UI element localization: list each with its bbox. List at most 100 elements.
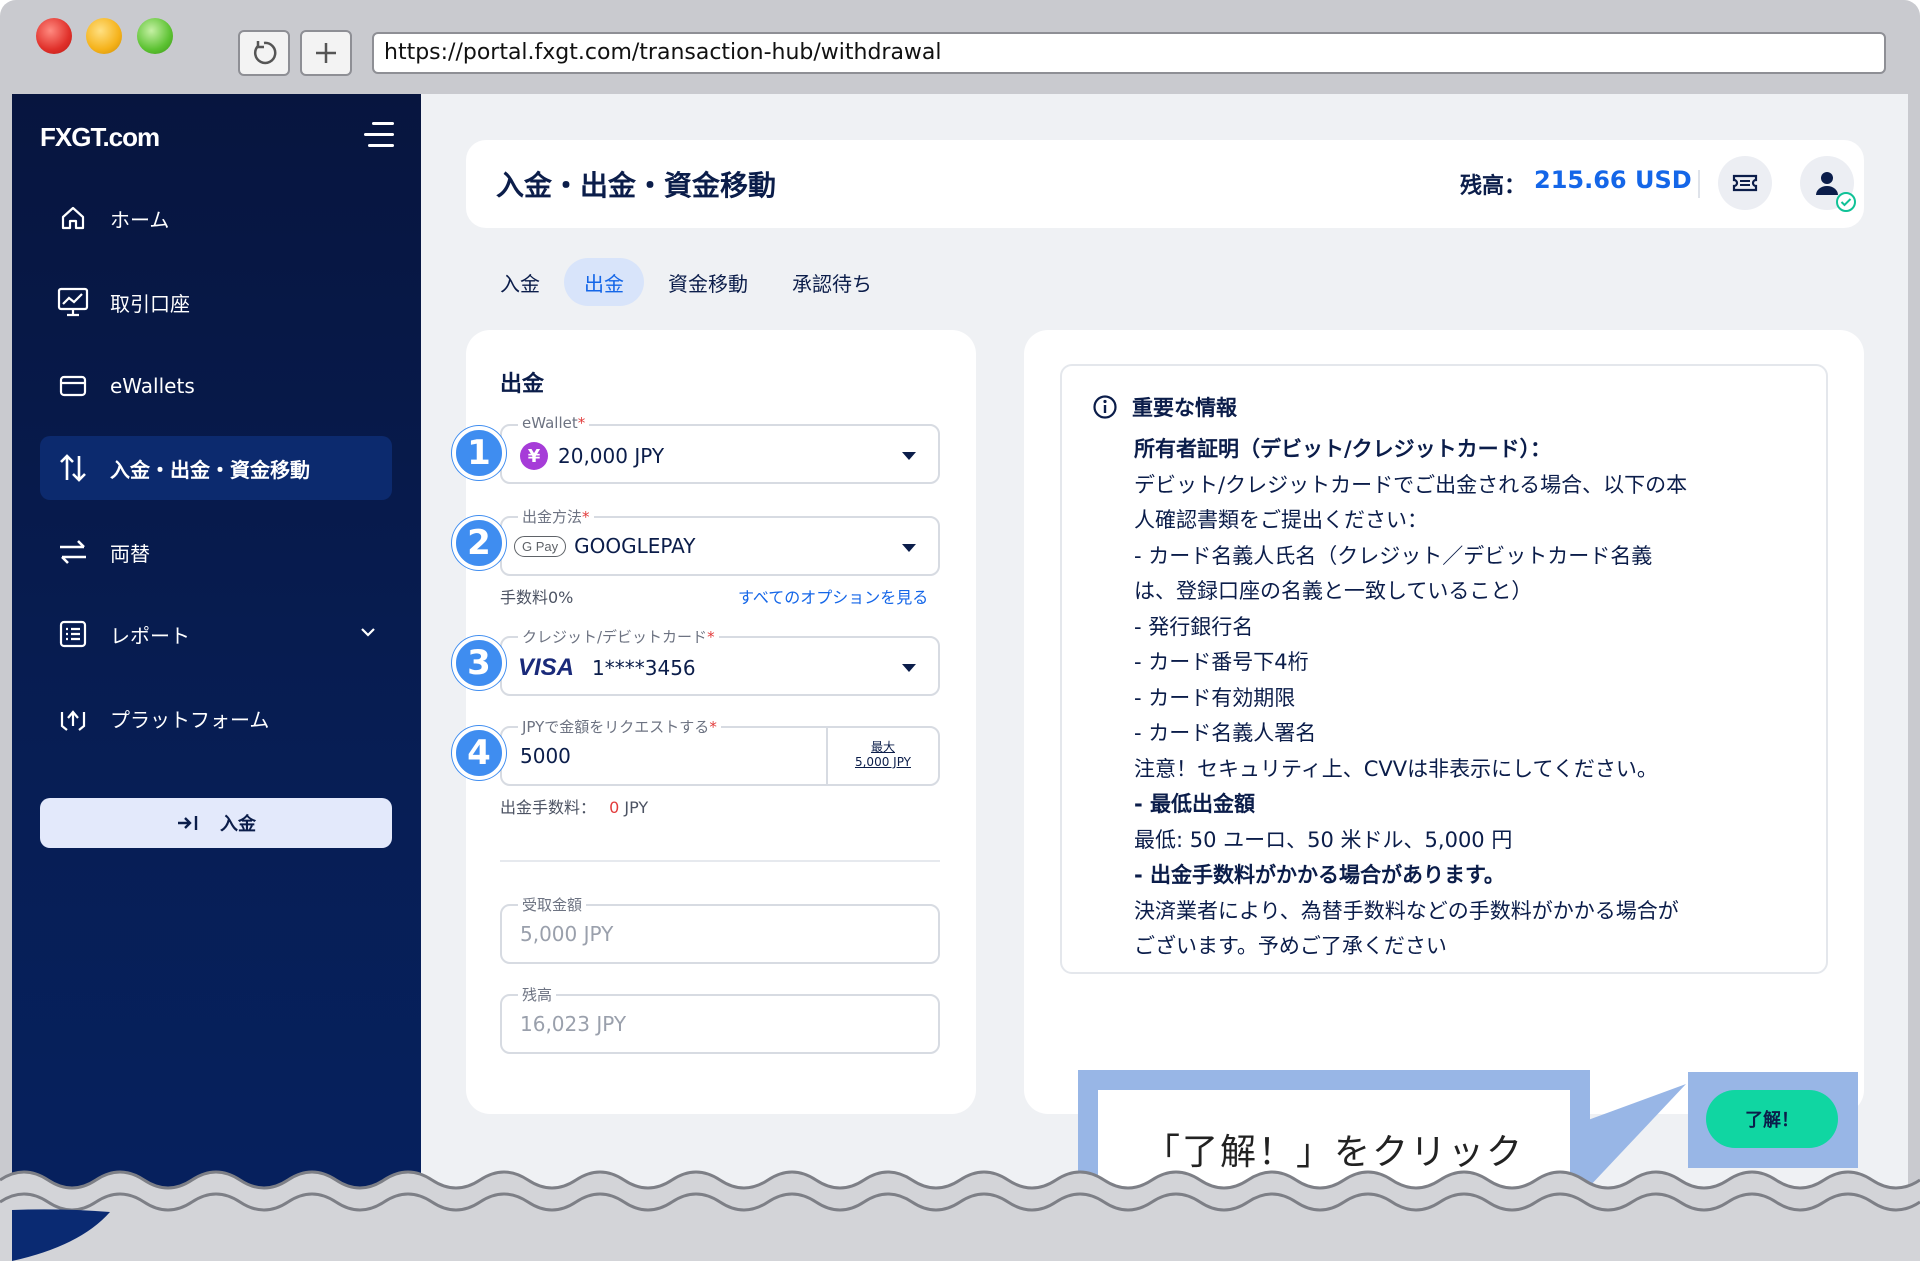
all-options-link[interactable]: すべてのオプションを見る xyxy=(738,584,928,608)
browser-window: https://portal.fxgt.com/transaction-hub/… xyxy=(0,0,1920,1261)
important-info-card: 重要な情報 所有者証明（デビット/クレジットカード）： デビット/クレジットカー… xyxy=(1024,330,1864,1114)
amount-value: 5000 xyxy=(520,744,571,768)
info-line: ございます。予めご了承ください xyxy=(1134,934,1447,958)
dropdown-caret-icon xyxy=(902,544,916,552)
minimize-window-button[interactable] xyxy=(86,18,122,54)
withdrawal-form-card: 出金 eWallet* ¥ 20,000 JPY 出金方法* G Pay GOO… xyxy=(452,330,976,1114)
dropdown-caret-icon xyxy=(902,664,916,672)
sidebar-item-label: 入金・出金・資金移動 xyxy=(110,457,310,482)
sidebar-item-transactions[interactable]: 入金・出金・資金移動 xyxy=(40,436,392,500)
info-line: - 出金手数料がかかる場合があります。 xyxy=(1134,863,1505,887)
sidebar-item-exchange[interactable]: 両替 xyxy=(40,520,392,584)
sidebar-item-ewallets[interactable]: eWallets xyxy=(40,354,392,418)
sidebar-item-label: eWallets xyxy=(110,374,195,398)
tab-deposit[interactable]: 入金 xyxy=(480,258,560,306)
info-line: デビット/クレジットカードでご出金される場合、以下の本 xyxy=(1134,472,1688,497)
user-profile-button[interactable] xyxy=(1800,156,1856,212)
tab-withdrawal[interactable]: 出金 xyxy=(564,258,644,306)
transaction-tabs: 入金 出金 資金移動 承認待ち xyxy=(480,258,896,306)
important-info-box: 重要な情報 所有者証明（デビット/クレジットカード）： デビット/クレジットカー… xyxy=(1060,364,1828,974)
sidebar-item-label: 両替 xyxy=(110,541,150,566)
info-heading: 重要な情報 xyxy=(1132,396,1237,420)
sidebar-item-accounts[interactable]: 取引口座 xyxy=(40,270,392,334)
sidebar-item-label: プラットフォーム xyxy=(110,707,270,732)
amount-input[interactable]: JPYで金額をリクエストする* 5000 最大 5,000 JPY xyxy=(500,716,940,786)
wallet-icon xyxy=(56,369,90,403)
address-bar[interactable]: https://portal.fxgt.com/transaction-hub/… xyxy=(372,32,1886,74)
form-divider xyxy=(500,860,940,862)
yen-coin-icon: ¥ xyxy=(520,442,548,470)
new-tab-button[interactable] xyxy=(300,30,352,76)
max-amount-button[interactable]: 最大 5,000 JPY xyxy=(826,728,938,784)
sidebar-item-label: ホーム xyxy=(110,207,170,232)
receive-label: 受取金額 xyxy=(518,894,587,915)
balance-label: 残高： xyxy=(1460,174,1527,199)
visa-logo-icon: VISA xyxy=(518,654,575,681)
torn-edge-divider xyxy=(0,1170,1920,1261)
sidebar-item-reports[interactable]: レポート xyxy=(40,602,392,666)
ok-button[interactable]: 了解！ xyxy=(1706,1090,1838,1148)
info-line: - カード名義人署名 xyxy=(1134,721,1317,745)
exchange-icon xyxy=(56,535,90,569)
balance-value: 215.66 USD xyxy=(1534,166,1692,194)
info-line: 最低: 50 ユーロ、50 米ドル、5,000 円 xyxy=(1134,827,1513,852)
step-badge-1: 1 xyxy=(452,426,506,480)
amount-label: JPYで金額をリクエストする xyxy=(522,718,710,736)
withdraw-fee-row: 出金手数料： 0 JPY xyxy=(500,794,648,818)
dropdown-caret-icon xyxy=(902,452,916,460)
fxgt-logo[interactable]: FXGT.com xyxy=(40,122,160,153)
ticket-button[interactable] xyxy=(1718,156,1772,210)
sidebar-item-platforms[interactable]: プラットフォーム xyxy=(40,686,392,750)
tab-pending[interactable]: 承認待ち xyxy=(772,258,892,306)
chevron-down-icon xyxy=(361,628,375,637)
info-line: 決済業者により、為替手数料などの手数料がかかる場合が xyxy=(1134,898,1679,923)
remaining-value: 16,023 JPY xyxy=(520,1012,627,1036)
ticket-icon xyxy=(1732,174,1758,192)
withdraw-fee-value: 0 xyxy=(609,798,620,817)
info-line: は、登録口座の名義と一致していること） xyxy=(1134,579,1533,603)
ewallet-value: 20,000 JPY xyxy=(558,444,665,468)
withdrawal-method-select[interactable]: 出金方法* G Pay GOOGLEPAY xyxy=(500,506,940,576)
verified-check-icon xyxy=(1836,192,1856,212)
sidebar-deposit-button[interactable]: 入金 xyxy=(40,798,392,848)
report-icon xyxy=(56,617,90,651)
platform-icon xyxy=(56,701,90,735)
reload-button[interactable] xyxy=(238,30,290,76)
transfer-arrows-icon xyxy=(56,451,90,485)
max-label: 最大 xyxy=(870,740,895,754)
ewallet-label: eWallet xyxy=(522,414,578,432)
maximize-window-button[interactable] xyxy=(137,18,173,54)
step-badge-3: 3 xyxy=(452,636,506,690)
login-arrow-icon xyxy=(178,816,198,830)
google-pay-icon: G Pay xyxy=(514,535,567,557)
sidebar: FXGT.com ホーム 取引口座 eWallets 入金・出金・資金移動 両替… xyxy=(12,94,421,1261)
reload-icon xyxy=(253,41,277,65)
sidebar-item-home[interactable]: ホーム xyxy=(40,186,392,250)
ewallet-select[interactable]: eWallet* ¥ 20,000 JPY xyxy=(500,414,940,484)
info-icon xyxy=(1093,395,1117,419)
info-line: 注意！セキュリティ上、CVVは非表示にしてください。 xyxy=(1134,756,1658,781)
withdrawal-form-title: 出金 xyxy=(500,372,545,397)
withdraw-fee-unit: JPY xyxy=(624,798,649,817)
info-line: - カード番号下4桁 xyxy=(1134,650,1309,674)
close-window-button[interactable] xyxy=(36,18,72,54)
info-line: - カード有効期限 xyxy=(1134,685,1296,710)
page-title: 入金・出金・資金移動 xyxy=(496,169,777,202)
remaining-label: 残高 xyxy=(518,984,557,1005)
card-select[interactable]: クレジット/デビットカード* VISA 1****3456 xyxy=(500,626,940,696)
header-divider xyxy=(1698,170,1700,198)
info-line: - カード名義人氏名（クレジット／デビットカード名義 xyxy=(1134,543,1653,568)
tab-transfer[interactable]: 資金移動 xyxy=(648,258,768,306)
receive-amount-field: 受取金額 5,000 JPY xyxy=(500,894,940,964)
info-line: 人確認書類をご提出ください： xyxy=(1134,508,1428,532)
chart-monitor-icon xyxy=(56,285,90,319)
app-viewport: FXGT.com ホーム 取引口座 eWallets 入金・出金・資金移動 両替… xyxy=(12,94,1908,1261)
withdraw-fee-label: 出金手数料： xyxy=(500,798,597,817)
remaining-balance-field: 残高 16,023 JPY xyxy=(500,984,940,1054)
sidebar-item-label: 取引口座 xyxy=(110,291,190,316)
receive-value: 5,000 JPY xyxy=(520,922,614,946)
method-label: 出金方法 xyxy=(522,508,583,526)
info-line: 所有者証明（デビット/クレジットカード）： xyxy=(1134,437,1552,461)
fee-percent-text: 手数料0% xyxy=(500,588,574,607)
menu-toggle-icon[interactable] xyxy=(364,122,394,148)
